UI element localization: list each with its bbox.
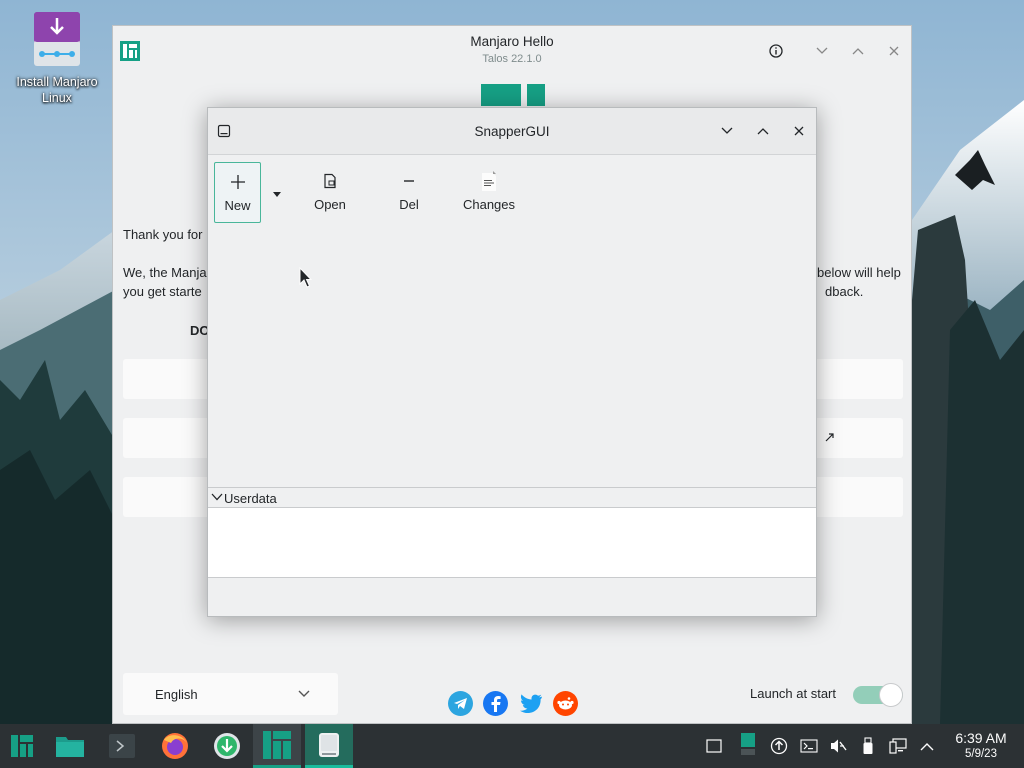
snapper-gui-icon (319, 732, 339, 757)
close-icon (794, 126, 804, 136)
usb-icon (863, 737, 873, 754)
network-icon (889, 738, 907, 754)
twitter-icon (519, 693, 542, 713)
application-menu-button[interactable] (0, 724, 44, 768)
language-value: English (155, 687, 198, 702)
chevron-up-icon (920, 742, 934, 750)
show-desktop-button[interactable] (704, 736, 724, 756)
file-manager-icon (56, 737, 84, 757)
about-button[interactable] (765, 40, 787, 62)
clock-time: 6:39 AM (955, 730, 1007, 746)
new-menu-dropdown[interactable] (270, 188, 284, 198)
maximize-button[interactable] (752, 120, 774, 142)
plus-icon (230, 175, 245, 189)
hello-window-title: Manjaro Hello (470, 34, 554, 49)
show-desktop-icon (706, 739, 722, 753)
chevron-down-icon (298, 690, 310, 697)
updates-icon (770, 737, 788, 755)
caret-down-icon (273, 192, 281, 197)
manjaro-banner-logo (481, 84, 545, 106)
terminal-button[interactable] (100, 724, 144, 768)
audio-muted-icon (831, 739, 847, 753)
open-file-icon (324, 173, 336, 189)
delete-snapshot-button[interactable]: Del (384, 162, 434, 223)
volume-button[interactable] (828, 736, 848, 756)
hello-window-subtitle: Talos 22.1.0 (482, 53, 542, 65)
intro-text-line-2: you get starte (123, 284, 202, 299)
close-button[interactable] (788, 120, 810, 142)
launch-at-start-toggle[interactable] (853, 683, 903, 707)
mouse-cursor-icon (299, 267, 312, 288)
reddit-icon (557, 697, 574, 710)
snapper-gui-window: SnapperGUI New Open Del Changes Userdata (207, 107, 817, 617)
snapper-titlebar[interactable]: SnapperGUI (208, 108, 816, 155)
open-snapshot-button[interactable]: Open (300, 162, 360, 223)
facebook-icon (491, 695, 501, 712)
clock-date: 5/9/23 (965, 748, 997, 760)
telegram-button[interactable] (448, 691, 473, 716)
chevron-up-icon (852, 48, 864, 55)
intro-text-line-2-end: dback. (825, 284, 864, 299)
maximize-button[interactable] (847, 40, 869, 62)
userdata-label: Userdata (224, 491, 277, 506)
facebook-button[interactable] (483, 691, 508, 716)
clipboard-button[interactable] (738, 730, 758, 758)
changes-label: Changes (462, 197, 516, 212)
minimize-button[interactable] (811, 40, 833, 62)
network-button[interactable] (888, 736, 908, 756)
userdata-snapshot-table[interactable] (208, 507, 816, 578)
pamac-button[interactable] (205, 724, 249, 768)
terminal-icon (109, 734, 135, 758)
chevron-down-icon (721, 127, 733, 134)
language-select[interactable]: English (123, 673, 338, 715)
tray-expand-button[interactable] (917, 736, 937, 756)
updates-button[interactable] (769, 736, 789, 756)
chevron-down-icon (211, 493, 223, 501)
close-icon (889, 46, 899, 56)
manjaro-hello-icon (263, 730, 291, 759)
pamac-icon (214, 733, 240, 759)
userdata-group-header[interactable]: Userdata (208, 487, 816, 507)
desktop-icon-label: Install Manjaro Linux (16, 75, 98, 105)
thank-you-text: Thank you for (123, 227, 203, 242)
info-icon (769, 44, 783, 58)
terminal-tray-icon (800, 739, 818, 753)
usb-button[interactable] (858, 736, 878, 756)
twitter-button[interactable] (518, 691, 543, 716)
taskbar: 6:39 AM 5/9/23 (0, 724, 1024, 768)
file-manager-button[interactable] (48, 724, 92, 768)
snapper-gui-task[interactable] (305, 724, 353, 768)
firefox-icon (162, 733, 188, 759)
minus-icon (404, 180, 414, 182)
launch-at-start-label: Launch at start (750, 686, 836, 701)
telegram-icon (454, 698, 467, 709)
chevron-up-icon (757, 128, 769, 135)
new-label: New (224, 198, 251, 213)
close-button[interactable] (883, 40, 905, 62)
open-label: Open (314, 197, 346, 212)
clipboard-icon (741, 733, 755, 755)
intro-text-line-1-end: below will help (817, 265, 901, 280)
manjaro-menu-icon (11, 735, 33, 757)
minimize-button[interactable] (716, 120, 738, 142)
manjaro-hello-task[interactable] (253, 724, 301, 768)
toggle-knob (879, 683, 903, 707)
intro-text-line-1: We, the Manja (123, 265, 207, 280)
install-manjaro-desktop-icon[interactable]: Install Manjaro Linux (8, 10, 106, 106)
external-link-icon (825, 433, 834, 442)
del-label: Del (399, 197, 419, 212)
digital-clock[interactable]: 6:39 AM 5/9/23 (945, 730, 1017, 761)
download-icon (32, 10, 82, 68)
reddit-button[interactable] (553, 691, 578, 716)
changes-button[interactable]: Changes (456, 162, 522, 223)
changes-document-icon (482, 171, 496, 191)
new-snapshot-button[interactable]: New (214, 162, 261, 223)
terminal-tray-button[interactable] (799, 736, 819, 756)
hello-titlebar[interactable]: Manjaro Hello Talos 22.1.0 (113, 26, 911, 78)
firefox-button[interactable] (153, 724, 197, 768)
chevron-down-icon (816, 47, 828, 54)
